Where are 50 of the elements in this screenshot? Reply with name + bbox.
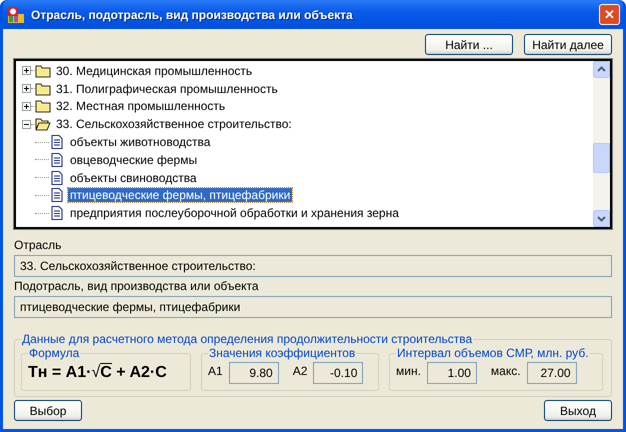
- document-icon: [49, 170, 65, 185]
- expand-icon[interactable]: [22, 102, 31, 111]
- tree-item[interactable]: объекты животноводства: [68, 135, 212, 150]
- tree-item[interactable]: 31. Полиграфическая промышленность: [54, 82, 280, 96]
- value-field: 27.00: [526, 362, 577, 384]
- text-field[interactable]: птицеводческие фермы, птицефабрики: [14, 296, 612, 318]
- expand-icon[interactable]: [22, 84, 31, 94]
- tree-item[interactable]: 33. Сельскохозяйственное строительство:: [54, 117, 294, 132]
- field-label: Подотрасль, вид производства или объекта: [14, 279, 260, 293]
- select-button[interactable]: Выбор: [14, 400, 82, 421]
- value-label: A1: [208, 364, 223, 378]
- collapse-icon[interactable]: [22, 120, 31, 129]
- value-field: -0.10: [313, 362, 364, 384]
- group-title: Данные для расчетного метода определения продолжительности строительства: [21, 332, 474, 346]
- tree-item[interactable]: 32. Местная промышленность: [54, 99, 228, 114]
- scroll-down-button[interactable]: [593, 210, 610, 227]
- formula: Тн = A1·√C + A2·C: [28, 364, 167, 382]
- group-title: Формула: [28, 346, 80, 360]
- group-title: Значения коэффициентов: [208, 346, 356, 360]
- document-icon: [49, 206, 65, 220]
- group-title: Интервал объемов СМР, млн. руб.: [396, 346, 590, 360]
- value-field: 1.00: [426, 362, 477, 384]
- exit-button[interactable]: Выход: [544, 400, 612, 421]
- document-icon: [49, 152, 65, 167]
- field-label: Отрасль: [14, 238, 62, 252]
- value-label: A2: [292, 364, 308, 378]
- expand-icon[interactable]: [22, 66, 31, 76]
- value-label: мин.: [396, 364, 421, 378]
- document-icon: [49, 135, 65, 150]
- document-icon: [49, 188, 65, 202]
- folder-icon: [35, 82, 51, 96]
- folder-icon: [35, 99, 51, 114]
- open-folder-icon: [35, 117, 51, 132]
- app-icon: [7, 6, 25, 24]
- value-field: 9.80: [228, 362, 279, 384]
- tree-item[interactable]: 30. Медицинская промышленность: [54, 64, 254, 78]
- scrollbar[interactable]: [593, 61, 610, 227]
- scroll-thumb[interactable]: [593, 143, 610, 173]
- text-field[interactable]: 33. Сельскохозяйственное строительство:: [14, 255, 612, 277]
- tree-item[interactable]: птицеводческие фермы, птицефабрики: [68, 188, 292, 202]
- tree-item[interactable]: предприятия послеуборочной обработки и хранения зерна: [68, 206, 401, 220]
- close-button[interactable]: ✕: [599, 4, 620, 25]
- value-label: макс.: [490, 364, 521, 378]
- tree-item[interactable]: овцеводческие фермы: [68, 152, 200, 167]
- window-title: Отрасль, подотрасль, вид производства или объекта: [31, 8, 354, 22]
- find-button[interactable]: Найти далее: [524, 34, 612, 55]
- folder-icon: [35, 64, 51, 78]
- tree-item[interactable]: объекты свиноводства: [68, 170, 199, 185]
- scroll-up-button[interactable]: [593, 61, 610, 78]
- find-button[interactable]: Найти ...: [425, 34, 513, 55]
